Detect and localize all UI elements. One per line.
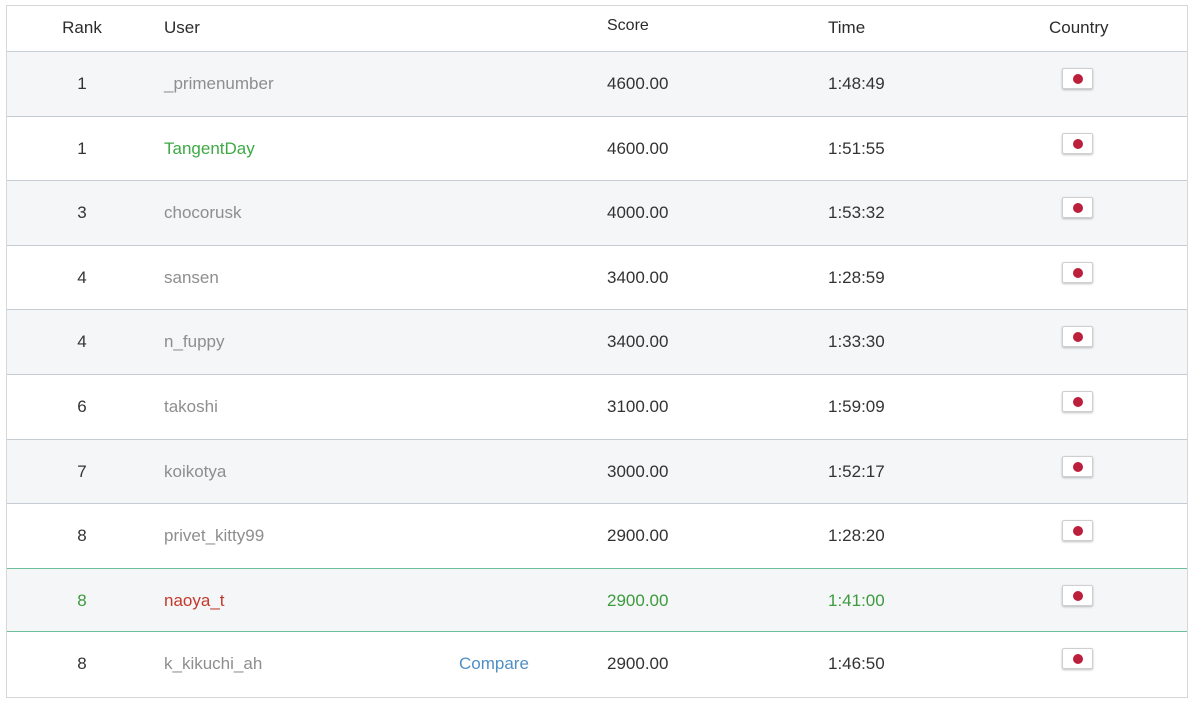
table-row: 7 koikotya 3000.00 1:52:17 [7,439,1187,505]
table-row-current-user: 8 naoya_t 2900.00 1:41:00 [7,567,1187,633]
table-row: 4 n_fuppy 3400.00 1:33:30 [7,310,1187,375]
rank-cell: 7 [77,461,87,481]
rank-cell: 1 [77,74,87,93]
country-cell [1047,569,1109,633]
rank-cell: 8 [77,526,87,546]
user-link[interactable]: _primenumber [164,52,444,116]
table-row: 1 TangentDay 4600.00 1:51:55 [7,116,1187,182]
japan-flag-icon [1062,326,1093,348]
rank-cell: 4 [77,267,87,287]
time-cell: 1:52:17 [828,461,885,481]
user-link[interactable]: sansen [164,246,444,310]
time-cell: 1:48:49 [828,74,885,93]
japan-flag-icon [1062,197,1093,219]
country-cell [1047,310,1109,374]
table-body: 1 _primenumber 4600.00 1:48:49 1 Tangent… [7,52,1187,697]
country-cell [1047,181,1109,245]
user-link[interactable]: k_kikuchi_ah [164,632,444,696]
score-cell: 3400.00 [607,267,669,287]
table-row: 6 takoshi 3100.00 1:59:09 [7,374,1187,440]
rank-cell: 4 [77,332,87,352]
header-country[interactable]: Country [1049,6,1109,52]
japan-flag-icon [1062,390,1093,412]
time-cell: 1:28:59 [828,267,885,287]
japan-flag-icon [1062,520,1093,542]
score-cell: 4000.00 [607,203,669,223]
time-cell: 1:46:50 [828,654,885,674]
japan-flag-icon [1062,261,1093,283]
japan-flag-icon [1062,68,1093,89]
user-link[interactable]: TangentDay [164,117,444,181]
table-header: Rank User Score Time Country [7,6,1187,52]
table-row: 8 k_kikuchi_ah Compare 2900.00 1:46:50 [7,632,1187,697]
time-cell: 1:41:00 [828,590,885,610]
rank-cell: 8 [77,590,87,610]
table-row: 4 sansen 3400.00 1:28:59 [7,245,1187,311]
time-cell: 1:51:55 [828,138,885,158]
user-link[interactable]: naoya_t [164,569,444,633]
time-cell: 1:28:20 [828,526,885,546]
japan-flag-icon [1062,584,1093,606]
header-rank[interactable]: Rank [7,6,157,52]
rank-cell: 1 [77,138,87,158]
country-cell [1047,52,1109,116]
user-link[interactable]: n_fuppy [164,310,444,374]
country-cell [1047,246,1109,310]
table-row: 8 privet_kitty99 2900.00 1:28:20 [7,504,1187,569]
country-cell [1047,632,1109,696]
japan-flag-icon [1062,648,1093,670]
user-link[interactable]: koikotya [164,440,444,504]
country-cell [1047,117,1109,181]
rank-cell: 6 [77,396,87,416]
table-row: 3 chocorusk 4000.00 1:53:32 [7,181,1187,246]
japan-flag-icon [1062,132,1093,154]
score-cell: 4600.00 [607,74,669,93]
compare-link[interactable]: Compare [459,632,579,696]
country-cell [1047,504,1109,568]
score-cell: 2900.00 [607,526,669,546]
header-time[interactable]: Time [828,6,865,52]
score-cell: 3000.00 [607,461,669,481]
score-cell: 4600.00 [607,138,669,158]
user-link[interactable]: takoshi [164,375,444,439]
user-link[interactable]: privet_kitty99 [164,504,444,568]
header-user[interactable]: User [164,6,200,52]
time-cell: 1:53:32 [828,203,885,223]
score-cell: 3100.00 [607,396,669,416]
score-cell: 2900.00 [607,590,669,610]
leaderboard-table: Rank User Score Time Country 1 _primenum… [6,5,1188,698]
user-link[interactable]: chocorusk [164,181,444,245]
table-row: 1 _primenumber 4600.00 1:48:49 [7,52,1187,117]
score-cell: 3400.00 [607,332,669,352]
country-cell [1047,440,1109,504]
japan-flag-icon [1062,455,1093,477]
rank-cell: 8 [77,654,87,674]
rank-cell: 3 [77,203,87,223]
time-cell: 1:59:09 [828,396,885,416]
country-cell [1047,375,1109,439]
header-score[interactable]: Score [607,4,649,50]
time-cell: 1:33:30 [828,332,885,352]
score-cell: 2900.00 [607,654,669,674]
